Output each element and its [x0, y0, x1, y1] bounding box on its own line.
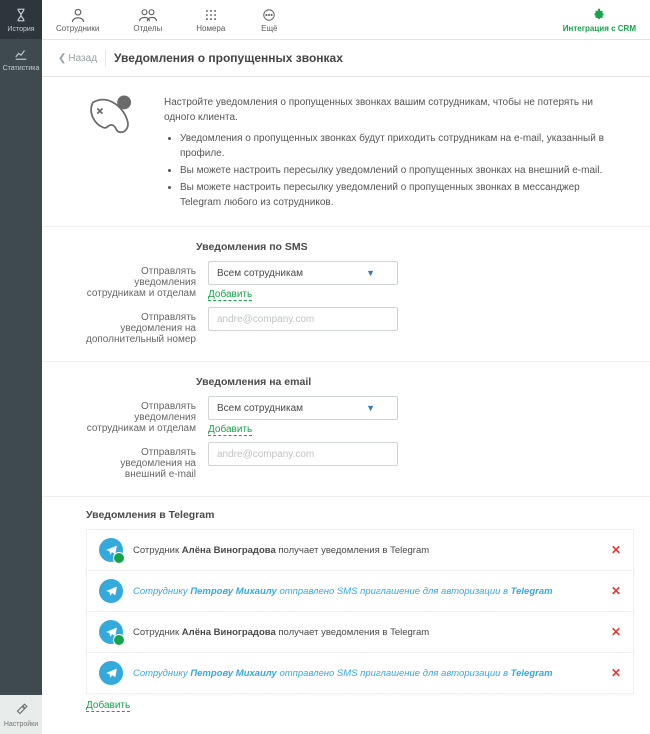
telegram-row: Сотрудник Алёна Виноградова получает уве… — [86, 612, 634, 653]
puzzle-icon — [589, 7, 609, 23]
people-icon — [138, 7, 158, 23]
telegram-row-delete[interactable]: ✕ — [611, 666, 621, 680]
back-label: Назад — [68, 53, 97, 64]
topnav-item-employees[interactable]: Сотрудники — [56, 0, 99, 39]
chart-icon — [12, 45, 30, 63]
topnav-label: Интеграция с CRM — [563, 24, 636, 33]
sidebar-item-label: Статистика — [3, 65, 40, 72]
sms-block: Уведомления по SMS Отправлять уведомлени… — [42, 226, 650, 361]
topnav-item-crm[interactable]: Интеграция с CRM — [563, 0, 636, 39]
telegram-row-text: Сотруднику Петрову Михаилу отправлено SM… — [133, 586, 601, 597]
intro-list: Уведомления о пропущенных звонках будут … — [164, 131, 610, 210]
telegram-avatar-icon — [99, 620, 123, 644]
form-footer: СОХРАНИТЬ Отменить — [42, 720, 650, 734]
telegram-row: Сотруднику Петрову Михаилу отправлено SM… — [86, 653, 634, 694]
topnav-item-departments[interactable]: Отделы — [133, 0, 162, 39]
hourglass-icon — [12, 6, 30, 24]
telegram-row-text: Сотруднику Петрову Михаилу отправлено SM… — [133, 668, 601, 679]
sidebar-item-label: История — [7, 26, 34, 33]
topnav-label: Отделы — [133, 24, 162, 33]
chevron-down-icon: ▼ — [366, 403, 375, 413]
sidebar-item-history[interactable]: История — [0, 0, 42, 39]
sms-row1-label: Отправлять уведомления сотрудникам и отд… — [86, 261, 196, 299]
telegram-row-delete[interactable]: ✕ — [611, 543, 621, 557]
telegram-avatar-icon — [99, 538, 123, 562]
email-add-link[interactable]: Добавить — [208, 424, 252, 436]
telegram-row-delete[interactable]: ✕ — [611, 584, 621, 598]
email-heading: Уведомления на email — [196, 376, 610, 388]
telegram-row: Сотрудник Алёна Виноградова получает уве… — [86, 529, 634, 571]
email-external-input[interactable]: andre@company.com — [208, 442, 398, 466]
dialpad-icon — [201, 7, 221, 23]
topnav-label: Номера — [196, 24, 225, 33]
email-recipients-select[interactable]: Всем сотрудникам ▼ — [208, 396, 398, 420]
sidebar-item-settings[interactable]: Настройки — [0, 695, 42, 734]
topnav-item-more[interactable]: Ещё — [259, 0, 279, 39]
divider — [105, 50, 106, 66]
telegram-avatar-icon — [99, 661, 123, 685]
page-title: Уведомления о пропущенных звонках — [114, 51, 343, 65]
breadcrumb: ❮ Назад Уведомления о пропущенных звонка… — [42, 40, 650, 77]
intro-bullet: Вы можете настроить пересылку уведомлени… — [180, 163, 610, 178]
chevron-down-icon: ▼ — [366, 268, 375, 278]
email-row2-label: Отправлять уведомления на внешний e-mail — [86, 442, 196, 480]
sidebar-item-label: Настройки — [4, 721, 38, 728]
sms-add-link[interactable]: Добавить — [208, 289, 252, 301]
telegram-add-link[interactable]: Добавить — [86, 700, 130, 712]
telegram-list: Сотрудник Алёна Виноградова получает уве… — [86, 529, 634, 694]
top-nav: Сотрудники Отделы Номера Ещё Интеграция … — [42, 0, 650, 40]
intro-bullet: Уведомления о пропущенных звонках будут … — [180, 131, 610, 161]
sidebar-item-statistics[interactable]: Статистика — [0, 39, 42, 78]
telegram-heading: Уведомления в Telegram — [86, 509, 634, 521]
missed-call-icon: 3 — [86, 95, 146, 212]
select-value: Всем сотрудникам — [217, 268, 303, 279]
intro-bullet: Вы можете настроить пересылку уведомлени… — [180, 180, 610, 210]
back-button[interactable]: ❮ Назад — [58, 53, 97, 64]
email-block: Уведомления на email Отправлять уведомле… — [42, 361, 650, 496]
intro-lead: Настройте уведомления о пропущенных звон… — [164, 95, 610, 125]
chevron-left-icon: ❮ — [58, 53, 66, 64]
more-icon — [259, 7, 279, 23]
telegram-row-text: Сотрудник Алёна Виноградова получает уве… — [133, 627, 601, 638]
topnav-label: Ещё — [261, 24, 277, 33]
select-value: Всем сотрудникам — [217, 403, 303, 414]
sms-recipients-select[interactable]: Всем сотрудникам ▼ — [208, 261, 398, 285]
wrench-icon — [12, 701, 30, 719]
sms-extra-number-input[interactable]: andre@company.com — [208, 307, 398, 331]
telegram-row: Сотруднику Петрову Михаилу отправлено SM… — [86, 571, 634, 612]
telegram-block: Уведомления в Telegram Сотрудник Алёна В… — [42, 496, 650, 720]
vertical-sidebar: История Статистика Настройки — [0, 0, 42, 734]
person-icon — [68, 7, 88, 23]
topnav-label: Сотрудники — [56, 24, 99, 33]
email-row1-label: Отправлять уведомления сотрудникам и отд… — [86, 396, 196, 434]
sms-row2-label: Отправлять уведомления на дополнительный… — [86, 307, 196, 345]
telegram-row-text: Сотрудник Алёна Виноградова получает уве… — [133, 545, 601, 556]
intro-section: 3 Настройте уведомления о пропущенных зв… — [42, 77, 650, 226]
telegram-avatar-icon — [99, 579, 123, 603]
telegram-row-delete[interactable]: ✕ — [611, 625, 621, 639]
topnav-item-numbers[interactable]: Номера — [196, 0, 225, 39]
sms-heading: Уведомления по SMS — [196, 241, 610, 253]
svg-text:3: 3 — [122, 98, 126, 107]
placeholder: andre@company.com — [217, 314, 314, 325]
placeholder: andre@company.com — [217, 449, 314, 460]
